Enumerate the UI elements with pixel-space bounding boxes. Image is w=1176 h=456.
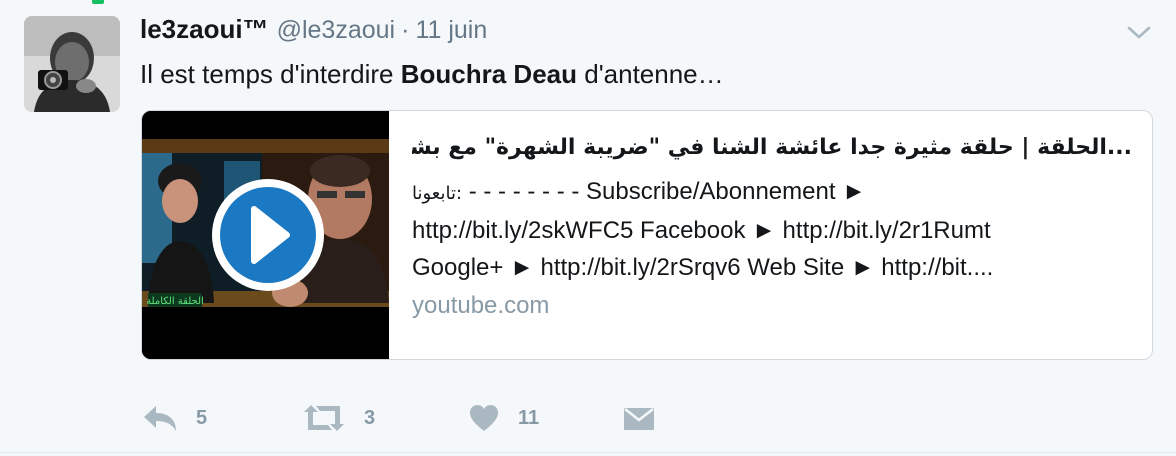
card-description: تابعونا: - - - - - - - - Subscribe/Abonn… (412, 173, 1132, 286)
tweet[interactable]: le3zaoui™ @le3zaoui · 11 juin Il est tem… (0, 0, 1176, 456)
retweet-count: 3 (364, 406, 376, 429)
like-button[interactable]: 11 (468, 398, 539, 438)
reply-count: 5 (196, 406, 208, 429)
avatar[interactable] (24, 16, 120, 112)
reply-icon (144, 406, 176, 431)
video-thumbnail[interactable]: الحلقة الكاملة (142, 111, 389, 359)
like-count: 11 (518, 406, 540, 429)
fullname[interactable]: le3zaoui™ (140, 14, 269, 45)
card-desc-line1: - - - - - - - - Subscribe/Abonnement ► (462, 178, 866, 205)
username[interactable]: @le3zaoui (277, 16, 396, 45)
retweet-icon (304, 405, 344, 431)
avatar-photo (24, 16, 120, 112)
tweet-text-bold: Bouchra Deau (400, 59, 578, 89)
tweet-divider (0, 452, 1176, 453)
tweet-text-after: d'antenne… (577, 59, 724, 89)
tweet-text: Il est temps d'interdire Bouchra Deau d'… (140, 58, 724, 90)
direct-message-icon (624, 408, 654, 430)
chevron-down-icon[interactable] (1124, 20, 1154, 44)
card-desc-arabic: تابعونا: (412, 183, 463, 204)
card-domain: youtube.com (412, 292, 550, 319)
heart-icon (470, 405, 498, 431)
card-body: ...الحلقة | حلقة مثيرة جدا عائشة الشنا ف… (412, 133, 1132, 320)
card-desc-line2: http://bit.ly/2skWFC5 Facebook ► http://… (412, 217, 991, 244)
retweet-button[interactable]: 3 (302, 398, 375, 438)
card-title[interactable]: ...الحلقة | حلقة مثيرة جدا عائشة الشنا ف… (412, 133, 1132, 167)
separator: · (401, 16, 410, 44)
play-icon[interactable] (142, 111, 389, 359)
card-desc-line3: Google+ ► http://bit.ly/2rSrqv6 Web Site… (412, 254, 994, 281)
reply-button[interactable]: 5 (142, 398, 207, 438)
link-card[interactable]: الحلقة الكاملة ...الحلقة | حلقة مثيرة جد… (141, 110, 1153, 360)
direct-message-button[interactable] (622, 398, 656, 438)
timestamp[interactable]: 11 juin (415, 16, 487, 45)
tweet-text-before: Il est temps d'interdire (140, 59, 401, 89)
tweet-header: le3zaoui™ @le3zaoui · 11 juin (140, 14, 487, 50)
